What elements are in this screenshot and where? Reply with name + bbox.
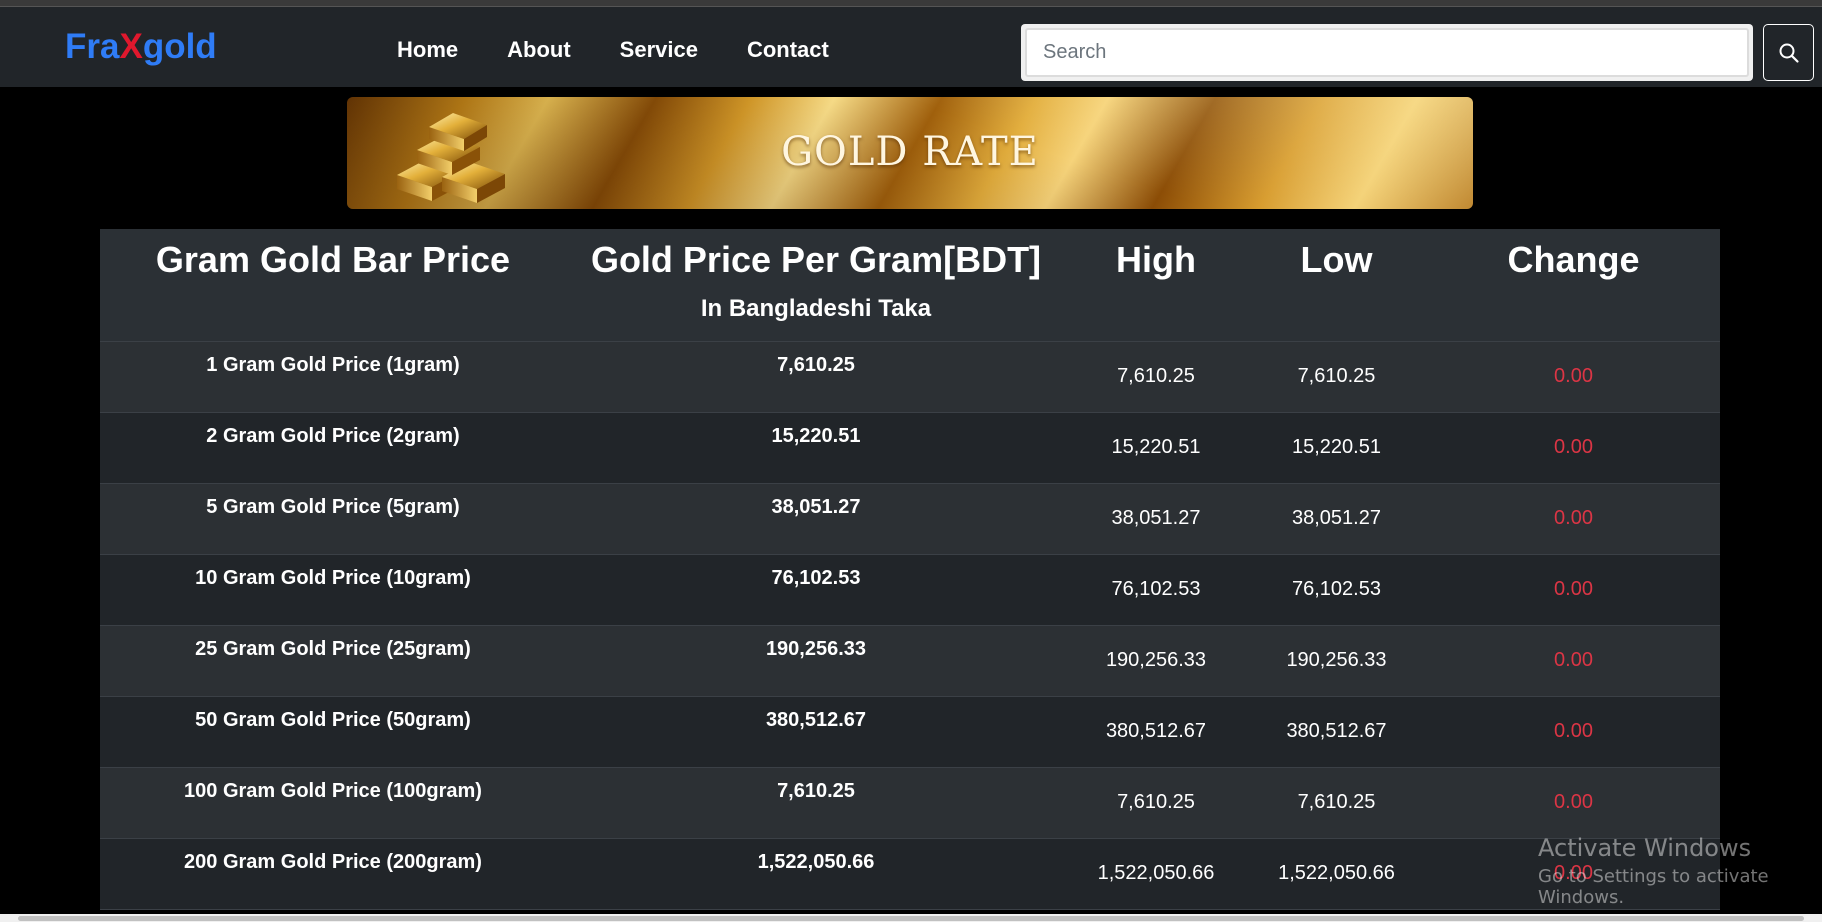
watermark-subtitle: Go to Settings to activate Windows. <box>1538 866 1769 908</box>
horizontal-scrollbar[interactable] <box>0 914 1822 922</box>
cell-name: 5 Gram Gold Price (5gram) <box>100 483 566 555</box>
cell-name: 25 Gram Gold Price (25gram) <box>100 625 566 697</box>
header-name: Gram Gold Bar Price <box>100 229 566 342</box>
cell-price: 1,522,050.66 <box>566 838 1066 910</box>
table-row: 50 Gram Gold Price (50gram) 380,512.67 3… <box>100 696 1720 768</box>
search-input[interactable] <box>1025 28 1749 77</box>
cell-name: 200 Gram Gold Price (200gram) <box>100 838 566 910</box>
cell-name: 100 Gram Gold Price (100gram) <box>100 767 566 839</box>
cell-low: 76,102.53 <box>1246 554 1427 626</box>
nav-link-home[interactable]: Home <box>397 37 458 63</box>
search-icon <box>1779 43 1799 63</box>
header-name-label: Gram Gold Bar Price <box>155 239 511 280</box>
cell-high: 190,256.33 <box>1066 625 1246 697</box>
window-top-strip <box>0 0 1822 7</box>
nav-link-about[interactable]: About <box>507 37 571 63</box>
table-row: 2 Gram Gold Price (2gram) 15,220.51 15,2… <box>100 412 1720 484</box>
cell-price: 7,610.25 <box>566 341 1066 413</box>
brand-text-part2: gold <box>142 27 217 66</box>
table-row: 200 Gram Gold Price (200gram) 1,522,050.… <box>100 838 1720 910</box>
cell-high: 15,220.51 <box>1066 412 1246 484</box>
header-price: Gold Price Per Gram[BDT] In Bangladeshi … <box>566 229 1066 342</box>
cell-low: 190,256.33 <box>1246 625 1427 697</box>
cell-high: 1,522,050.66 <box>1066 838 1246 910</box>
cell-change: 0.00 <box>1427 767 1720 839</box>
banner-title: GOLD RATE <box>781 129 1039 175</box>
table-row: 100 Gram Gold Price (100gram) 7,610.25 7… <box>100 767 1720 839</box>
cell-low: 15,220.51 <box>1246 412 1427 484</box>
cell-change: 0.00 <box>1427 483 1720 555</box>
table-row: 1 Gram Gold Price (1gram) 7,610.25 7,610… <box>100 341 1720 413</box>
cell-high: 380,512.67 <box>1066 696 1246 768</box>
header-low: Low <box>1246 229 1427 342</box>
cell-low: 7,610.25 <box>1246 341 1427 413</box>
gold-rate-banner: GOLD RATE <box>347 97 1473 209</box>
brand-logo[interactable]: FraXgold <box>65 27 217 67</box>
cell-name: 2 Gram Gold Price (2gram) <box>100 412 566 484</box>
table-row: 10 Gram Gold Price (10gram) 76,102.53 76… <box>100 554 1720 626</box>
table-row: 5 Gram Gold Price (5gram) 38,051.27 38,0… <box>100 483 1720 555</box>
header-high: High <box>1066 229 1246 342</box>
search-field-wrapper <box>1021 24 1753 81</box>
brand-text-x: X <box>119 27 143 66</box>
brand-text-part1: Fra <box>65 27 120 66</box>
watermark-title: Activate Windows <box>1538 834 1752 862</box>
cell-high: 7,610.25 <box>1066 341 1246 413</box>
cell-low: 380,512.67 <box>1246 696 1427 768</box>
cell-price: 76,102.53 <box>566 554 1066 626</box>
cell-high: 7,610.25 <box>1066 767 1246 839</box>
table-header: Gram Gold Bar Price Gold Price Per Gram[… <box>100 229 1720 342</box>
cell-change: 0.00 <box>1427 412 1720 484</box>
cell-change: 0.00 <box>1427 554 1720 626</box>
cell-price: 15,220.51 <box>566 412 1066 484</box>
cell-price: 38,051.27 <box>566 483 1066 555</box>
scrollbar-thumb[interactable] <box>18 916 1804 921</box>
header-change-label: Change <box>1507 239 1640 280</box>
cell-high: 76,102.53 <box>1066 554 1246 626</box>
cell-price: 380,512.67 <box>566 696 1066 768</box>
cell-name: 50 Gram Gold Price (50gram) <box>100 696 566 768</box>
gold-price-table: Gram Gold Bar Price Gold Price Per Gram[… <box>100 229 1720 910</box>
cell-low: 1,522,050.66 <box>1246 838 1427 910</box>
cell-low: 38,051.27 <box>1246 483 1427 555</box>
table-body: 1 Gram Gold Price (1gram) 7,610.25 7,610… <box>100 341 1720 910</box>
header-price-label: Gold Price Per Gram[BDT] <box>590 239 1042 280</box>
gold-price-table-container: Gram Gold Bar Price Gold Price Per Gram[… <box>100 229 1720 922</box>
nav-link-service[interactable]: Service <box>620 37 698 63</box>
cell-change: 0.00 <box>1427 625 1720 697</box>
nav-link-contact[interactable]: Contact <box>747 37 829 63</box>
header-low-label: Low <box>1300 239 1373 280</box>
cell-high: 38,051.27 <box>1066 483 1246 555</box>
nav-links: Home About Service Contact <box>397 37 878 63</box>
header-price-subtitle: In Bangladeshi Taka <box>700 295 932 322</box>
cell-change: 0.00 <box>1427 341 1720 413</box>
cell-low: 7,610.25 <box>1246 767 1427 839</box>
windows-activation-watermark: Activate Windows Go to Settings to activ… <box>1538 834 1822 908</box>
header-high-label: High <box>1116 239 1196 280</box>
cell-price: 7,610.25 <box>566 767 1066 839</box>
search-button[interactable] <box>1763 24 1814 81</box>
navbar: FraXgold Home About Service Contact <box>0 7 1822 87</box>
cell-name: 1 Gram Gold Price (1gram) <box>100 341 566 413</box>
table-row: 25 Gram Gold Price (25gram) 190,256.33 1… <box>100 625 1720 697</box>
header-change: Change <box>1427 229 1720 342</box>
cell-change: 0.00 <box>1427 696 1720 768</box>
cell-price: 190,256.33 <box>566 625 1066 697</box>
cell-name: 10 Gram Gold Price (10gram) <box>100 554 566 626</box>
